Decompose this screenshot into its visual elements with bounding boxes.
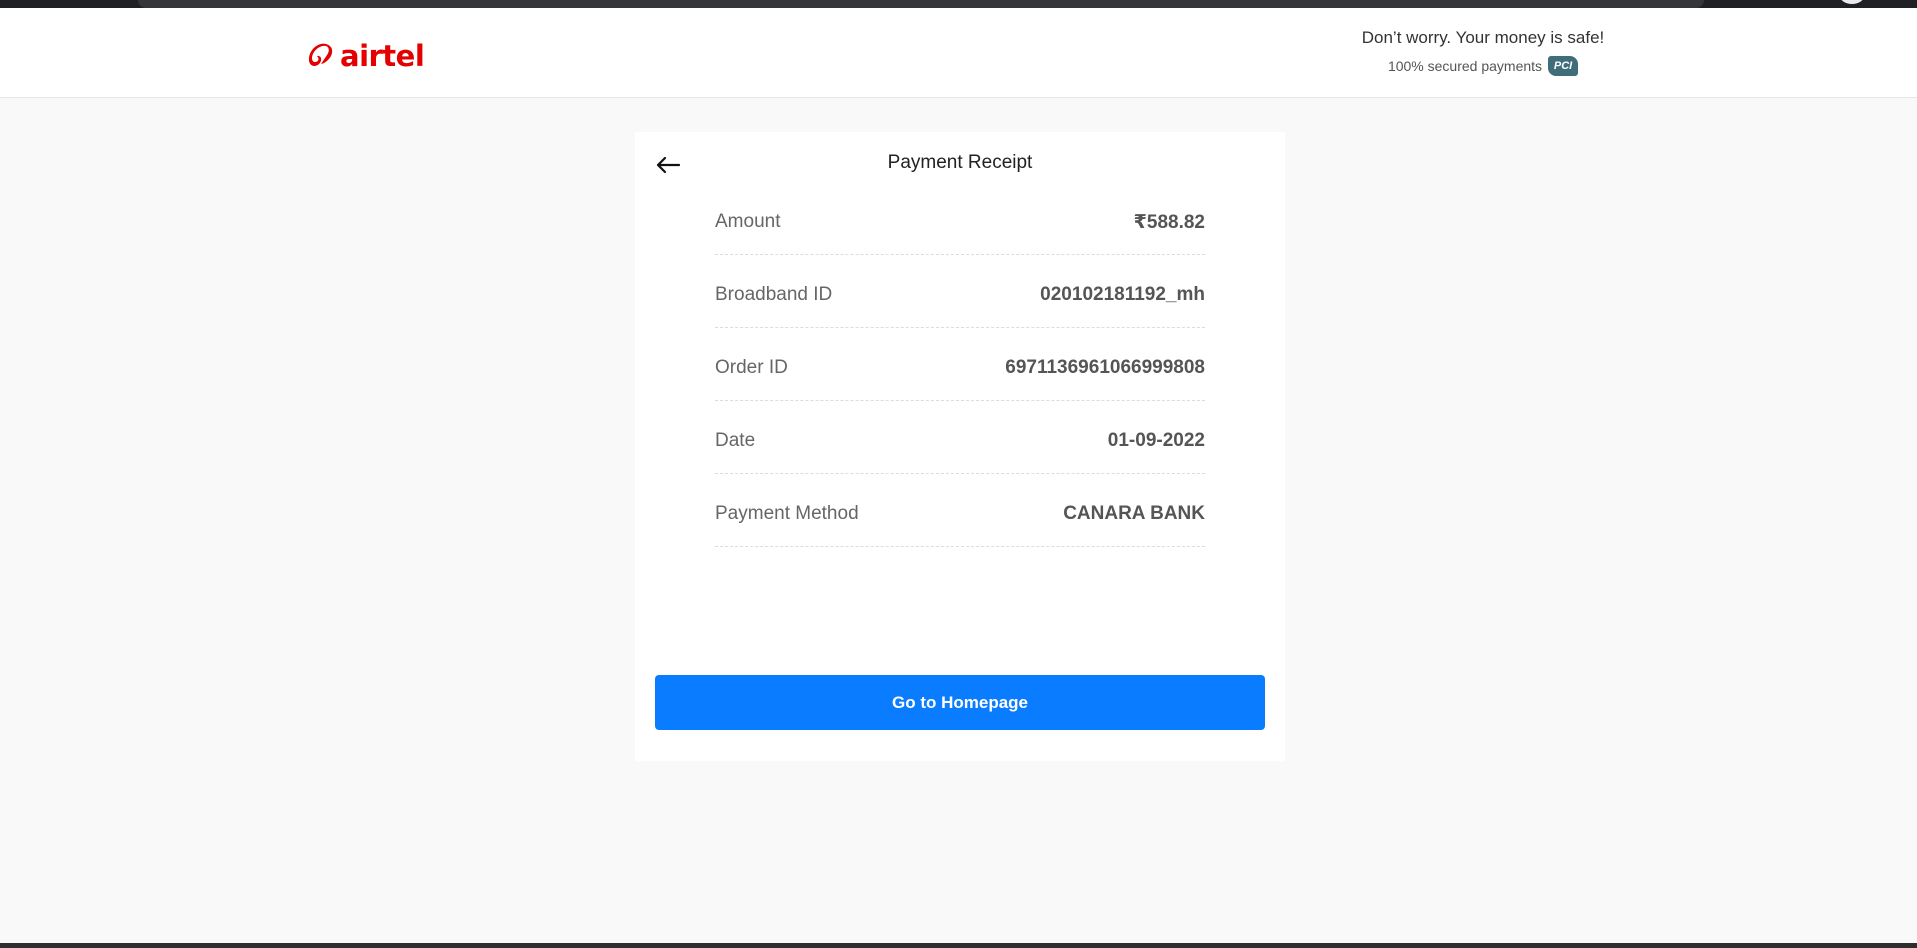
detail-row-amount: Amount ₹588.82 [715,182,1205,255]
detail-label: Date [715,430,756,451]
browser-top-strip [0,0,1917,12]
detail-row-payment-method: Payment Method CANARA BANK [715,474,1205,547]
airtel-swirl-icon [308,43,333,66]
browser-address-bar[interactable] [138,0,1704,8]
page-title: Payment Receipt [887,152,1033,173]
detail-value: ₹588.82 [1133,211,1205,233]
detail-row-order-id: Order ID 6971136961066999808 [715,328,1205,401]
bottom-edge [0,943,1917,948]
receipt-card: Payment Receipt Amount ₹588.82 Broadband… [635,132,1285,761]
safe-subtitle: 100% secured payments PCI [1333,56,1633,76]
detail-value: 020102181192_mh [1040,284,1205,305]
detail-label: Payment Method [715,503,859,524]
detail-value: 01-09-2022 [1107,430,1205,451]
logo-text: airtel [340,39,425,73]
detail-value: CANARA BANK [1063,503,1205,524]
detail-label: Broadband ID [715,284,833,305]
receipt-details: Amount ₹588.82 Broadband ID 020102181192… [715,182,1205,547]
detail-label: Amount [715,211,781,232]
detail-label: Order ID [715,357,788,378]
detail-row-date: Date 01-09-2022 [715,401,1205,474]
detail-row-broadband-id: Broadband ID 020102181192_mh [715,255,1205,328]
go-to-homepage-button[interactable]: Go to Homepage [655,675,1265,730]
safe-title: Don’t worry. Your money is safe! [1361,28,1605,47]
secure-payment-notice: Don’t worry. Your money is safe! 100% se… [1333,26,1633,76]
secured-payments-text: 100% secured payments [1387,58,1543,74]
pci-badge-icon: PCI [1548,56,1579,76]
site-header: airtel Don’t worry. Your money is safe! … [0,12,1917,98]
detail-value: 6971136961066999808 [1005,357,1205,378]
airtel-logo[interactable]: airtel [304,36,425,76]
